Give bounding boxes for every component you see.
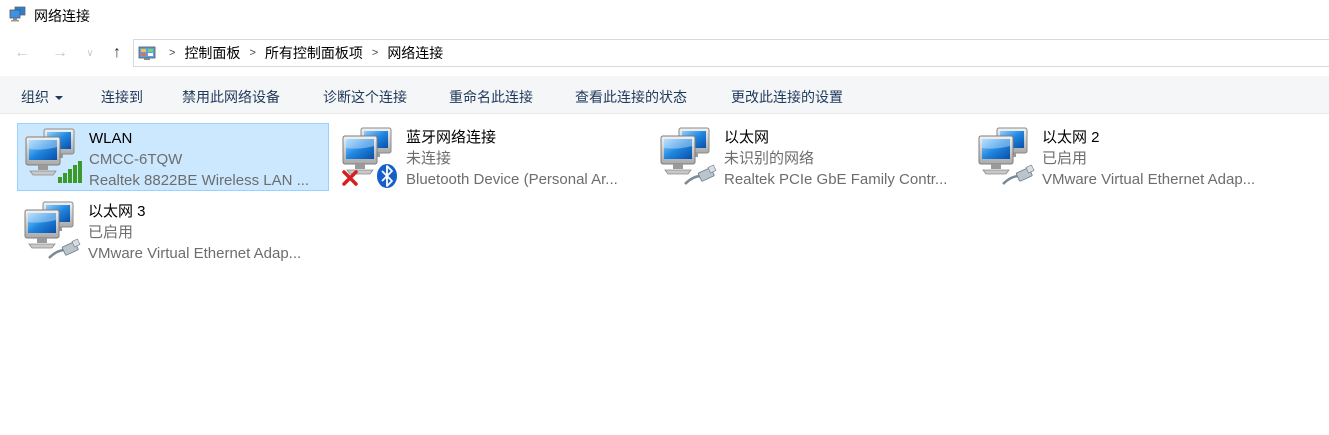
connection-status: 已启用 <box>88 224 134 241</box>
diagnose-connection-button[interactable]: 诊断这个连接 <box>323 87 407 107</box>
connection-device: VMware Virtual Ethernet Adap... <box>88 245 302 262</box>
connection-name: 以太网 <box>724 129 770 146</box>
change-settings-button[interactable]: 更改此连接的设置 <box>731 87 843 107</box>
connection-status: 已启用 <box>1042 150 1088 167</box>
connection-name: WLAN <box>89 130 133 147</box>
connection-device: VMware Virtual Ethernet Adap... <box>1042 171 1256 188</box>
connection-item-ethernet[interactable]: 以太网 未识别的网络 Realtek PCIe GbE Family Contr… <box>653 123 965 191</box>
ethernet-cable-icon <box>1002 164 1035 185</box>
breadcrumb-separator-icon: > <box>169 47 176 59</box>
breadcrumb-control-panel[interactable]: 控制面板 <box>184 43 240 63</box>
connection-device: Bluetooth Device (Personal Ar... <box>406 171 618 188</box>
connection-name: 蓝牙网络连接 <box>406 129 497 146</box>
connection-status: 未识别的网络 <box>724 150 815 167</box>
connection-item-ethernet-3[interactable]: 以太网 3 已启用 VMware Virtual Ethernet Adap..… <box>17 197 329 265</box>
breadcrumb-all-items[interactable]: 所有控制面板项 <box>265 43 363 63</box>
wlan-adapter-icon <box>22 127 82 183</box>
title-bar: 网络连接 <box>0 0 1329 30</box>
organize-menu-button[interactable]: 组织 <box>21 87 63 107</box>
network-connections-icon <box>9 6 26 22</box>
window-title: 网络连接 <box>34 8 90 24</box>
connect-to-button[interactable]: 连接到 <box>101 87 143 107</box>
ethernet-adapter-icon <box>975 126 1035 185</box>
back-arrow-icon[interactable]: ← <box>11 42 33 64</box>
breadcrumb-separator-icon: > <box>249 47 256 59</box>
command-bar: 组织 连接到 禁用此网络设备 诊断这个连接 重命名此连接 查看此连接的状态 更改… <box>0 76 1329 114</box>
connection-device: Realtek 8822BE Wireless LAN ... <box>89 172 310 189</box>
disable-device-button[interactable]: 禁用此网络设备 <box>182 87 280 107</box>
ethernet-cable-icon <box>684 164 717 185</box>
control-panel-icon <box>138 46 156 60</box>
navigation-bar: ← → ∨ ↑ > 控制面板 > 所有控制面板项 > 网络连接 <box>0 38 1329 68</box>
rename-connection-button[interactable]: 重命名此连接 <box>449 87 533 107</box>
connection-name: 以太网 2 <box>1042 129 1100 146</box>
connection-device: Realtek PCIe GbE Family Contr... <box>724 171 948 188</box>
up-arrow-icon[interactable]: ↑ <box>106 42 128 64</box>
connection-item-ethernet-2[interactable]: 以太网 2 已启用 VMware Virtual Ethernet Adap..… <box>971 123 1283 191</box>
connection-item-wlan[interactable]: WLAN CMCC-6TQW Realtek 8822BE Wireless L… <box>17 123 329 191</box>
ethernet-adapter-icon <box>21 200 81 259</box>
connection-name: 以太网 3 <box>88 203 146 220</box>
bluetooth-adapter-icon <box>342 126 397 188</box>
ethernet-adapter-icon <box>657 126 717 185</box>
connection-status: CMCC-6TQW <box>89 151 183 168</box>
wifi-signal-icon <box>58 161 82 183</box>
connection-item-bluetooth[interactable]: 蓝牙网络连接 未连接 Bluetooth Device (Personal Ar… <box>335 123 647 191</box>
view-status-button[interactable]: 查看此连接的状态 <box>575 87 687 107</box>
connection-status: 未连接 <box>406 150 452 167</box>
ethernet-cable-icon <box>48 238 81 259</box>
address-bar[interactable]: > 控制面板 > 所有控制面板项 > 网络连接 <box>133 39 1329 67</box>
breadcrumb-network-connections[interactable]: 网络连接 <box>387 43 443 63</box>
dropdown-caret-icon <box>55 96 63 101</box>
organize-label: 组织 <box>21 89 49 105</box>
forward-arrow-icon[interactable]: → <box>49 42 71 64</box>
bluetooth-icon <box>377 164 397 188</box>
breadcrumb-separator-icon: > <box>371 47 379 59</box>
recent-locations-chevron-icon[interactable]: ∨ <box>82 42 98 64</box>
